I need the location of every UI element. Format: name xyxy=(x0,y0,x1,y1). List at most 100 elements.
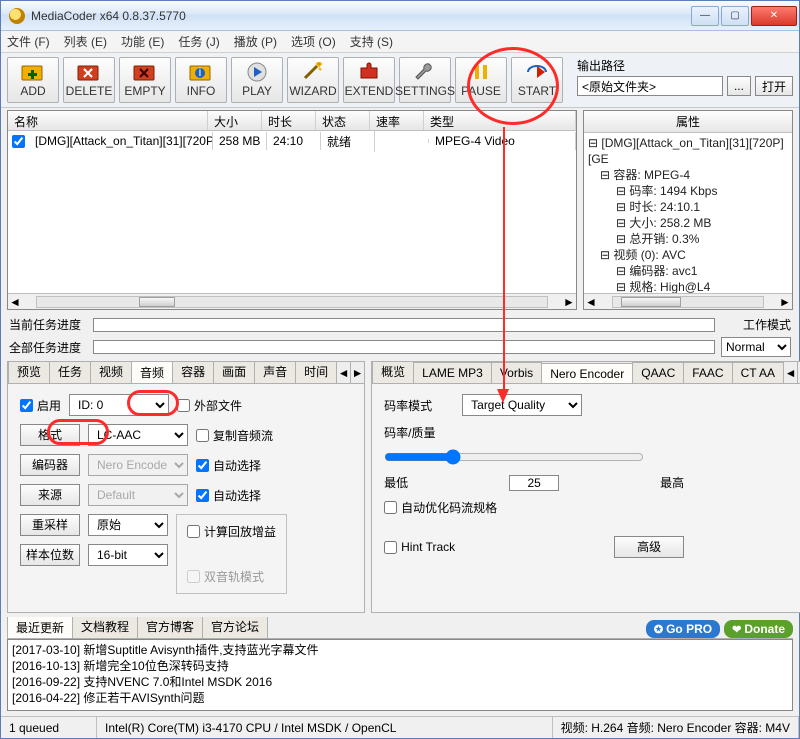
left-tab-6[interactable]: 声音 xyxy=(254,362,296,383)
format-button[interactable]: 格式 xyxy=(20,424,80,446)
minimize-button[interactable]: — xyxy=(691,6,719,26)
info-button[interactable]: iINFO xyxy=(175,57,227,103)
right-tab-0[interactable]: 概览 xyxy=(372,362,414,383)
properties-title: 属性 xyxy=(584,111,792,133)
close-button[interactable]: ✕ xyxy=(751,6,797,26)
left-tab-1[interactable]: 任务 xyxy=(49,362,91,383)
right-tab-6[interactable]: CT AA xyxy=(732,362,784,383)
left-tab-3[interactable]: 音频 xyxy=(131,362,173,384)
play-button[interactable]: PLAY xyxy=(231,57,283,103)
resample-button[interactable]: 重采样 xyxy=(20,514,80,536)
tab-nav[interactable]: ► xyxy=(350,362,364,383)
statusbar: 1 queued Intel(R) Core(TM) i3-4170 CPU /… xyxy=(1,716,799,738)
col-size[interactable]: 大小 xyxy=(208,111,262,130)
right-tab-3[interactable]: Nero Encoder xyxy=(541,363,633,384)
col-rate[interactable]: 速率 xyxy=(370,111,424,130)
copy-stream-checkbox[interactable]: 复制音频流 xyxy=(196,427,273,444)
go-pro-badge[interactable]: ✪ Go PRO xyxy=(646,620,720,638)
puzzle-icon xyxy=(357,62,381,82)
news-tab-docs[interactable]: 文档教程 xyxy=(72,617,138,638)
source-button[interactable]: 来源 xyxy=(20,484,80,506)
audio-tab-body: 启用 ID: 0 外部文件 格式 LC-AAC 复制音频流 编码器 Nero E… xyxy=(8,384,364,612)
news-tab-updates[interactable]: 最近更新 xyxy=(7,617,73,639)
hint-track-checkbox[interactable]: Hint Track xyxy=(384,540,455,554)
status-cpu: Intel(R) Core(TM) i3-4170 CPU / Intel MS… xyxy=(97,717,553,738)
pause-button[interactable]: PAUSE xyxy=(455,57,507,103)
start-icon xyxy=(525,62,549,82)
enable-audio-checkbox[interactable]: 启用 xyxy=(20,397,61,414)
start-button[interactable]: START xyxy=(511,57,563,103)
right-encoder-pane: 概览LAME MP3VorbisNero EncoderQAACFAACCT A… xyxy=(371,361,800,613)
extend-button[interactable]: EXTEND xyxy=(343,57,395,103)
all-progress-bar xyxy=(93,340,715,354)
tab-nav[interactable]: ◄ xyxy=(336,362,350,383)
menu-support[interactable]: 支持 (S) xyxy=(350,33,393,50)
donate-badge[interactable]: ❤ Donate xyxy=(724,620,793,638)
left-tab-7[interactable]: 时间 xyxy=(295,362,337,383)
output-label: 输出路径 xyxy=(577,57,793,74)
file-row-checkbox[interactable] xyxy=(12,135,25,148)
add-button[interactable]: ADD xyxy=(7,57,59,103)
output-path-input[interactable] xyxy=(577,76,723,96)
file-row[interactable]: [DMG][Attack_on_Titan][31][720P... 258 M… xyxy=(8,131,576,151)
tab-nav[interactable]: ◄ xyxy=(783,362,797,383)
file-size: 258 MB xyxy=(213,132,267,150)
menu-options[interactable]: 选项 (O) xyxy=(291,33,336,50)
format-select[interactable]: LC-AAC xyxy=(88,424,188,446)
encoder-button[interactable]: 编码器 xyxy=(20,454,80,476)
news-tab-blog[interactable]: 官方博客 xyxy=(137,617,203,638)
property-line: ⊟ 码率: 1494 Kbps xyxy=(588,183,788,199)
quality-low-label: 最低 xyxy=(384,474,408,491)
advanced-button[interactable]: 高级 xyxy=(614,536,684,558)
bitdepth-button[interactable]: 样本位数 xyxy=(20,544,80,566)
audio-id-select[interactable]: ID: 0 xyxy=(69,394,169,416)
open-output-button[interactable]: 打开 xyxy=(755,76,793,96)
browse-button[interactable]: ... xyxy=(727,76,751,96)
wizard-button[interactable]: WIZARD xyxy=(287,57,339,103)
news-tab-forum[interactable]: 官方论坛 xyxy=(202,617,268,638)
quality-slider[interactable] xyxy=(384,449,644,465)
property-line: ⊟ 时长: 24:10.1 xyxy=(588,199,788,215)
folder-empty-icon xyxy=(133,62,157,82)
right-tab-1[interactable]: LAME MP3 xyxy=(413,362,492,383)
empty-button[interactable]: EMPTY xyxy=(119,57,171,103)
right-tab-4[interactable]: QAAC xyxy=(632,362,684,383)
col-type[interactable]: 类型 xyxy=(424,111,576,130)
right-tab-5[interactable]: FAAC xyxy=(683,362,732,383)
quality-value-input[interactable] xyxy=(509,475,559,491)
maximize-button[interactable]: ▢ xyxy=(721,6,749,26)
calc-gain-checkbox[interactable]: 计算回放增益 xyxy=(187,523,276,540)
right-tab-2[interactable]: Vorbis xyxy=(491,362,542,383)
menubar: 文件 (F) 列表 (E) 功能 (E) 任务 (J) 播放 (P) 选项 (O… xyxy=(1,31,799,53)
menu-list[interactable]: 列表 (E) xyxy=(64,33,107,50)
bitdepth-select[interactable]: 16-bit xyxy=(88,544,168,566)
rate-mode-select[interactable]: Target Quality xyxy=(462,394,582,416)
auto-optimize-checkbox[interactable]: 自动优化码流规格 xyxy=(384,499,799,516)
resample-select[interactable]: 原始 xyxy=(88,514,168,536)
menu-file[interactable]: 文件 (F) xyxy=(7,33,50,50)
left-tab-0[interactable]: 预览 xyxy=(8,362,50,383)
col-name[interactable]: 名称 xyxy=(8,111,208,130)
left-tab-5[interactable]: 画面 xyxy=(213,362,255,383)
source-select: Default xyxy=(88,484,188,506)
file-list-hscroll[interactable]: ◄► xyxy=(8,293,576,309)
news-line: [2016-10-13] 新增完全10位色深转码支持 xyxy=(12,658,788,674)
left-tab-2[interactable]: 视频 xyxy=(90,362,132,383)
news-panel: 最近更新 文档教程 官方博客 官方论坛 ✪ Go PRO ❤ Donate [2… xyxy=(7,617,793,711)
col-status[interactable]: 状态 xyxy=(316,111,370,130)
menu-play[interactable]: 播放 (P) xyxy=(234,33,277,50)
col-duration[interactable]: 时长 xyxy=(262,111,316,130)
work-mode-select[interactable]: Normal xyxy=(721,337,791,357)
left-tab-4[interactable]: 容器 xyxy=(172,362,214,383)
menu-func[interactable]: 功能 (E) xyxy=(121,33,164,50)
work-mode-label: 工作模式 xyxy=(721,316,791,333)
source-auto-checkbox[interactable]: 自动选择 xyxy=(196,487,261,504)
external-file-checkbox[interactable]: 外部文件 xyxy=(177,397,242,414)
delete-button[interactable]: DELETE xyxy=(63,57,115,103)
encoder-auto-checkbox[interactable]: 自动选择 xyxy=(196,457,261,474)
menu-task[interactable]: 任务 (J) xyxy=(178,33,219,50)
property-line: ⊟ 规格: High@L4 xyxy=(588,279,788,293)
file-list: 名称 大小 时长 状态 速率 类型 [DMG][Attack_on_Titan]… xyxy=(7,110,577,310)
properties-hscroll[interactable]: ◄► xyxy=(584,293,792,309)
settings-button[interactable]: SETTINGS xyxy=(399,57,451,103)
